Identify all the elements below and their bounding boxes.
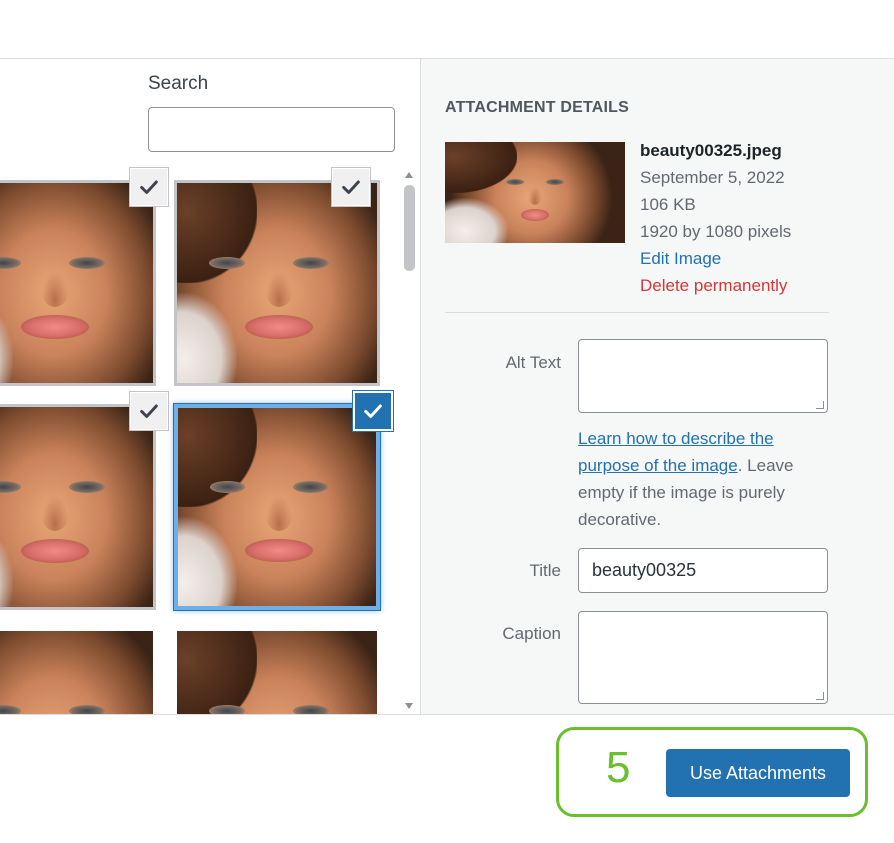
attachment-filesize: 106 KB bbox=[640, 195, 696, 214]
attachment-thumbnail[interactable] bbox=[0, 628, 156, 714]
attachment-filename: beauty00325.jpeg bbox=[640, 141, 782, 160]
checkmark-button[interactable] bbox=[130, 392, 168, 430]
edit-image-link[interactable]: Edit Image bbox=[640, 245, 791, 272]
attachments-grid bbox=[0, 167, 400, 714]
selection-count: 5 bbox=[606, 743, 631, 792]
attachment-details-sidebar: ATTACHMENT DETAILS beauty00325.jpeg Sept… bbox=[420, 59, 894, 714]
modal-toolbar: 5 Use Attachments bbox=[0, 714, 894, 843]
search-label: Search bbox=[148, 73, 209, 94]
attachment-tile[interactable] bbox=[174, 628, 380, 714]
title-input[interactable]: beauty00325 bbox=[578, 548, 828, 593]
caption-field[interactable] bbox=[578, 611, 828, 704]
checkmark-icon bbox=[342, 180, 360, 194]
attachment-thumbnail[interactable] bbox=[174, 404, 380, 610]
modal-header bbox=[0, 0, 894, 59]
alt-text-label: Alt Text bbox=[505, 353, 561, 372]
attachment-info: beauty00325.jpeg September 5, 2022 106 K… bbox=[640, 137, 791, 299]
media-modal: Search ATTACHMENT DETAILS beauty00325.jp… bbox=[0, 0, 894, 843]
attachment-tile[interactable] bbox=[174, 168, 380, 386]
checkmark-icon bbox=[140, 404, 158, 418]
checkmark-button[interactable] bbox=[332, 168, 370, 206]
search-input[interactable] bbox=[148, 107, 395, 152]
attachment-thumbnail[interactable] bbox=[0, 404, 156, 610]
attachments-browser: Search bbox=[0, 59, 420, 714]
scroll-up-arrow-icon[interactable] bbox=[405, 172, 413, 178]
attachment-tile-selected[interactable] bbox=[174, 392, 392, 610]
alt-text-field[interactable] bbox=[578, 339, 828, 413]
attachment-preview-image bbox=[445, 142, 625, 243]
attachment-thumbnail[interactable] bbox=[0, 180, 156, 386]
scroll-down-arrow-icon[interactable] bbox=[405, 703, 413, 709]
checkmark-icon bbox=[364, 404, 382, 418]
alt-text-help: Learn how to describe the purpose of the… bbox=[578, 425, 828, 533]
attachment-tile[interactable] bbox=[0, 168, 168, 386]
checkmark-button-active[interactable] bbox=[354, 392, 392, 430]
scrollbar-thumb[interactable] bbox=[404, 185, 415, 271]
use-attachments-button[interactable]: Use Attachments bbox=[666, 749, 850, 797]
attachment-thumbnail[interactable] bbox=[174, 180, 380, 386]
caption-label: Caption bbox=[502, 624, 561, 643]
grid-scrollbar[interactable] bbox=[400, 167, 420, 714]
delete-permanently-link[interactable]: Delete permanently bbox=[640, 272, 791, 299]
caption-resize-handle[interactable] bbox=[816, 692, 824, 700]
attachment-dimensions: 1920 by 1080 pixels bbox=[640, 222, 792, 241]
attachment-date: September 5, 2022 bbox=[640, 168, 785, 187]
attachment-thumbnail[interactable] bbox=[174, 628, 380, 714]
alt-text-resize-handle[interactable] bbox=[816, 401, 824, 409]
attachment-tile[interactable] bbox=[0, 628, 156, 714]
attachment-details-heading: ATTACHMENT DETAILS bbox=[445, 99, 630, 116]
details-divider bbox=[445, 312, 829, 313]
checkmark-button[interactable] bbox=[130, 168, 168, 206]
checkmark-icon bbox=[140, 180, 158, 194]
title-label: Title bbox=[529, 561, 562, 580]
attachment-tile[interactable] bbox=[0, 392, 168, 610]
